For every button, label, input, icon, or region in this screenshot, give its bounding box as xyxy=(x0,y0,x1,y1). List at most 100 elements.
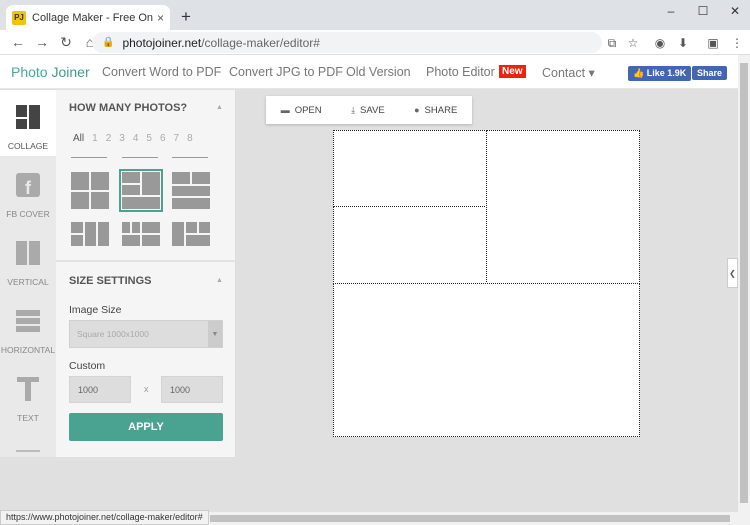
status-url: https://www.photojoiner.net/collage-make… xyxy=(0,510,209,525)
settings-panel: HOW MANY PHOTOS? ▲ All 1 2 3 4 5 6 7 8 S… xyxy=(56,90,236,457)
rail-label: COLLAGE xyxy=(7,141,49,151)
site-favicon-icon: PJ xyxy=(12,10,26,25)
logo-photo: Photo xyxy=(11,64,48,80)
count-6[interactable]: 6 xyxy=(160,133,166,144)
address-bar[interactable]: 🔒 photojoiner.net/collage-maker/editor# xyxy=(92,32,602,53)
nav-convert-word[interactable]: Convert Word to PDF xyxy=(102,65,221,79)
text-icon xyxy=(17,377,39,401)
layout-thumbnail[interactable] xyxy=(71,172,109,209)
rail-item-collage[interactable]: COLLAGE xyxy=(0,90,56,156)
rail-label: HORIZONTAL xyxy=(0,345,56,355)
count-1[interactable]: 1 xyxy=(92,133,98,144)
count-4[interactable]: 4 xyxy=(133,133,139,144)
back-arrow-icon[interactable]: ← xyxy=(6,34,30,50)
facebook-icon: f xyxy=(16,173,40,198)
count-5[interactable]: 5 xyxy=(146,133,152,144)
logo-joiner: Joiner xyxy=(51,64,90,80)
rail-item-vertical[interactable]: VERTICAL xyxy=(0,226,56,292)
facebook-like-button[interactable]: 👍 Like 1.9K xyxy=(628,66,692,81)
size-settings-title: SIZE SETTINGS xyxy=(69,275,152,287)
side-panel-toggle[interactable]: ❮ xyxy=(727,258,738,288)
forward-arrow-icon[interactable]: → xyxy=(30,34,54,50)
bookmark-star-icon[interactable]: ☆ xyxy=(624,34,642,52)
open-button[interactable]: ▬ OPEN xyxy=(281,105,322,116)
how-many-photos-title: HOW MANY PHOTOS? xyxy=(69,102,188,114)
collage-cell[interactable] xyxy=(333,206,487,284)
rail-label: FB COVER xyxy=(6,209,50,219)
new-badge: New xyxy=(499,65,526,78)
url-host: photojoiner.net xyxy=(122,35,202,50)
image-size-label: Image Size xyxy=(69,304,122,316)
layout-thumbnail[interactable] xyxy=(122,222,160,246)
image-size-value: Square 1000x1000 xyxy=(77,329,149,339)
facebook-share-button[interactable]: Share xyxy=(692,66,728,80)
site-logo[interactable]: Photo Joiner xyxy=(11,64,90,80)
download-icon[interactable]: ⬇ xyxy=(674,34,692,52)
count-7[interactable]: 7 xyxy=(174,133,180,144)
scrollbar-thumb[interactable] xyxy=(210,515,730,522)
rail-item-text[interactable]: TEXT xyxy=(0,362,56,428)
maximize-button[interactable]: ☐ xyxy=(688,4,718,18)
tool-rail: COLLAGE f FB COVER VERTICAL HORIZONTAL T… xyxy=(0,90,56,457)
browser-tabbar: PJ Collage Maker - Free Online Ph × + – … xyxy=(0,0,750,30)
rail-label: VERTICAL xyxy=(7,277,49,287)
folder-open-icon: ▬ xyxy=(280,105,290,115)
svg-text:f: f xyxy=(25,178,32,198)
count-3[interactable]: 3 xyxy=(119,133,125,144)
count-8[interactable]: 8 xyxy=(187,133,193,144)
layout-separator xyxy=(71,157,107,158)
nav-old-version[interactable]: Old Version xyxy=(346,65,411,79)
vertical-layout-icon xyxy=(16,241,40,265)
vertical-scrollbar[interactable] xyxy=(738,55,750,512)
browser-toolbar: ← → ↻ ⌂ 🔒 photojoiner.net/collage-maker/… xyxy=(0,30,750,55)
width-input[interactable]: 1000 xyxy=(69,376,131,403)
count-2[interactable]: 2 xyxy=(106,133,112,144)
url-path: /collage-maker/editor# xyxy=(201,35,320,50)
count-all[interactable]: All xyxy=(73,133,84,144)
layout-separator xyxy=(122,157,158,158)
close-window-button[interactable]: ✕ xyxy=(720,4,750,18)
browser-tab[interactable]: PJ Collage Maker - Free Online Ph × xyxy=(6,5,170,30)
nav-contact[interactable]: Contact ▾ xyxy=(542,65,595,80)
chevron-down-icon: ▼ xyxy=(208,321,222,347)
save-button[interactable]: ⤓ SAVE xyxy=(351,105,385,116)
nav-convert-jpg[interactable]: Convert JPG to PDF xyxy=(229,65,343,79)
collapse-caret-icon[interactable]: ▲ xyxy=(216,277,223,284)
layout-thumbnail[interactable] xyxy=(172,172,210,209)
collapse-caret-icon[interactable]: ▲ xyxy=(216,104,223,111)
image-size-select[interactable]: Square 1000x1000 ▼ xyxy=(69,320,223,348)
profile-icon[interactable]: ▣ xyxy=(704,34,722,52)
share-button[interactable]: ● SHARE xyxy=(414,105,457,116)
layout-thumbnail[interactable] xyxy=(172,222,210,246)
lock-icon: 🔒 xyxy=(102,37,115,48)
collage-cell[interactable] xyxy=(486,130,640,284)
layout-thumbnail-selected[interactable] xyxy=(119,169,163,212)
nav-photo-editor[interactable]: Photo Editor xyxy=(426,65,495,79)
open-label: OPEN xyxy=(294,104,322,116)
dimension-separator: x xyxy=(144,384,149,394)
collage-canvas xyxy=(333,130,640,437)
translate-icon[interactable]: ⧉ xyxy=(603,34,621,52)
layout-thumbnail[interactable] xyxy=(71,222,109,246)
rail-item-horizontal[interactable]: HORIZONTAL xyxy=(0,294,56,360)
apply-button[interactable]: APPLY xyxy=(69,413,223,441)
rail-item-fb-cover[interactable]: f FB COVER xyxy=(0,158,56,224)
download-icon: ⤓ xyxy=(351,104,356,115)
editor-toolbar: ▬ OPEN ⤓ SAVE ● SHARE xyxy=(266,96,472,124)
photo-count-filter: All 1 2 3 4 5 6 7 8 xyxy=(73,133,193,144)
height-input[interactable]: 1000 xyxy=(161,376,223,403)
tab-close-icon[interactable]: × xyxy=(157,11,164,25)
scrollbar-thumb[interactable] xyxy=(740,63,748,503)
new-tab-button[interactable]: + xyxy=(177,7,195,27)
custom-label: Custom xyxy=(69,360,106,372)
collage-cell[interactable] xyxy=(333,283,640,437)
tab-title: Collage Maker - Free Online Ph xyxy=(32,11,153,24)
reload-icon[interactable]: ↻ xyxy=(54,34,78,51)
collage-icon xyxy=(16,105,40,129)
browser-menu-icon[interactable]: ⋮ xyxy=(728,34,746,52)
extension-icon[interactable]: ◉ xyxy=(651,34,669,52)
share-label: SHARE xyxy=(424,104,458,116)
collage-cell[interactable] xyxy=(333,130,487,207)
rail-label: TEXT xyxy=(17,413,39,423)
minimize-button[interactable]: – xyxy=(656,4,686,18)
